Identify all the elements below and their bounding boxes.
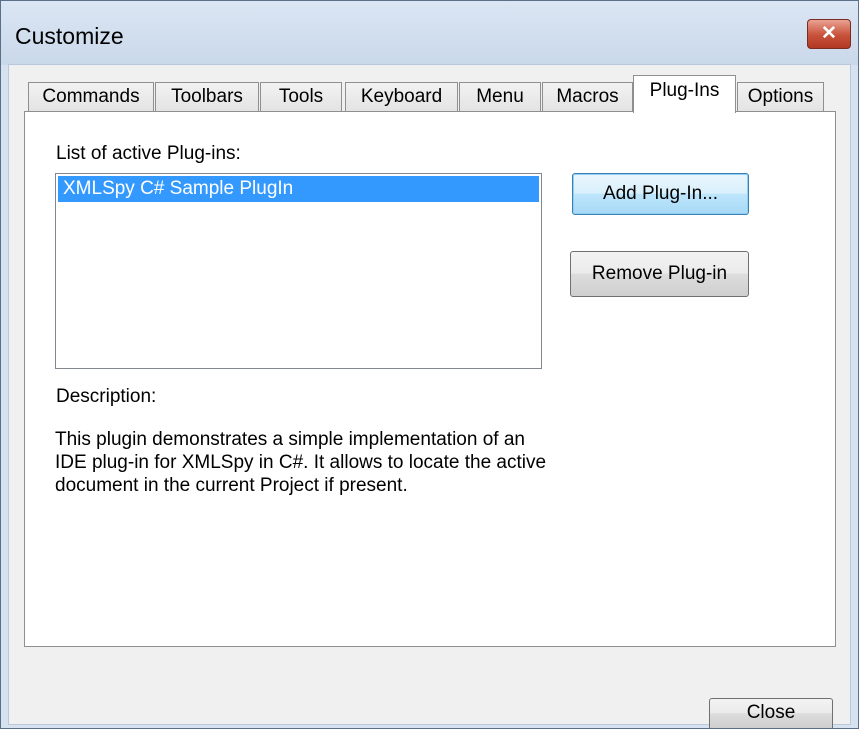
plugin-listbox[interactable]: XMLSpy C# Sample PlugIn: [55, 173, 542, 369]
close-icon[interactable]: ✕: [807, 19, 851, 49]
description-label: Description:: [56, 386, 157, 407]
list-item[interactable]: XMLSpy C# Sample PlugIn: [58, 176, 539, 202]
add-plugin-button[interactable]: Add Plug-In...: [572, 173, 749, 215]
tab-options[interactable]: Options: [737, 82, 824, 112]
tab-tools[interactable]: Tools: [260, 82, 342, 112]
dialog-title: Customize: [15, 23, 124, 49]
plugin-list-label: List of active Plug-ins:: [56, 143, 241, 164]
tab-menu[interactable]: Menu: [459, 82, 541, 112]
tab-toolbars[interactable]: Toolbars: [155, 82, 259, 112]
description-text: This plugin demonstrates a simple implem…: [55, 429, 547, 496]
tab-keyboard[interactable]: Keyboard: [345, 82, 458, 112]
title-bar[interactable]: Customize ✕: [1, 1, 858, 65]
close-button[interactable]: Close: [709, 698, 833, 728]
tab-macros[interactable]: Macros: [542, 82, 633, 112]
tab-plug-ins[interactable]: Plug-Ins: [633, 75, 736, 113]
tab-commands[interactable]: Commands: [28, 82, 154, 112]
remove-plugin-button[interactable]: Remove Plug-in: [570, 251, 749, 297]
